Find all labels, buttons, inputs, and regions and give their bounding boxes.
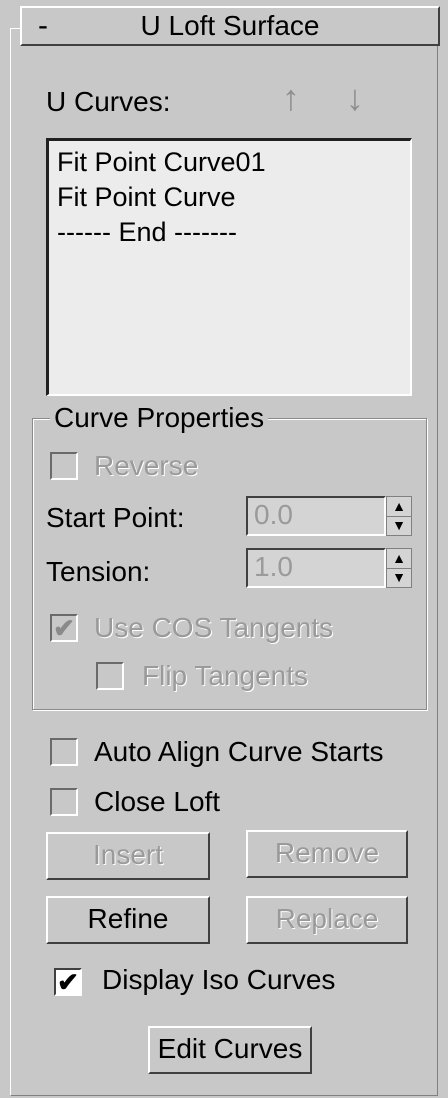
reverse-checkbox[interactable] [50,452,78,480]
list-item[interactable]: Fit Point Curve01 [57,145,402,180]
tension-field[interactable]: 1.0 [246,548,386,588]
replace-button[interactable]: Replace [246,896,408,944]
arrow-down-icon[interactable]: ↓ [346,80,364,116]
rollout-title: U Loft Surface [140,10,320,41]
close-loft-checkbox[interactable] [50,788,78,816]
start-point-spinner[interactable]: ▲ ▼ [386,496,412,536]
refine-button[interactable]: Refine [46,896,210,944]
check-icon: ✔ [53,613,75,643]
edit-curves-button[interactable]: Edit Curves [148,1026,312,1074]
list-item[interactable]: ------ End ------- [57,215,402,250]
spinner-down-icon[interactable]: ▼ [387,516,411,535]
use-cos-tangents-checkbox[interactable]: ✔ [50,614,78,642]
display-iso-curves-label: Display Iso Curves [102,964,336,995]
auto-align-label: Auto Align Curve Starts [94,736,384,767]
tension-label: Tension: [46,556,151,587]
remove-button[interactable]: Remove [246,830,408,878]
spinner-up-icon[interactable]: ▲ [387,549,411,569]
start-point-field[interactable]: 0.0 [246,496,386,536]
flip-tangents-checkbox[interactable] [96,662,124,690]
spinner-up-icon[interactable]: ▲ [387,497,411,517]
spinner-down-icon[interactable]: ▼ [387,568,411,587]
curve-properties-title: Curve Properties [50,400,269,436]
start-point-label: Start Point: [46,502,185,533]
check-icon: ✔ [57,967,79,997]
arrow-up-icon[interactable]: ↑ [282,80,300,116]
list-item[interactable]: Fit Point Curve [57,180,402,215]
tension-spinner[interactable]: ▲ ▼ [386,548,412,588]
u-curves-list[interactable]: Fit Point Curve01 Fit Point Curve ------… [46,138,412,396]
display-iso-curves-checkbox[interactable]: ✔ [54,968,82,996]
flip-tangents-label: Flip Tangents [142,660,309,691]
rollout-header[interactable]: - U Loft Surface [20,6,440,46]
use-cos-tangents-label: Use COS Tangents [94,612,334,643]
u-curves-label: U Curves: [46,86,171,117]
close-loft-label: Close Loft [94,786,221,817]
insert-button[interactable]: Insert [46,832,210,880]
auto-align-checkbox[interactable] [50,738,78,766]
reverse-label: Reverse [94,450,199,481]
